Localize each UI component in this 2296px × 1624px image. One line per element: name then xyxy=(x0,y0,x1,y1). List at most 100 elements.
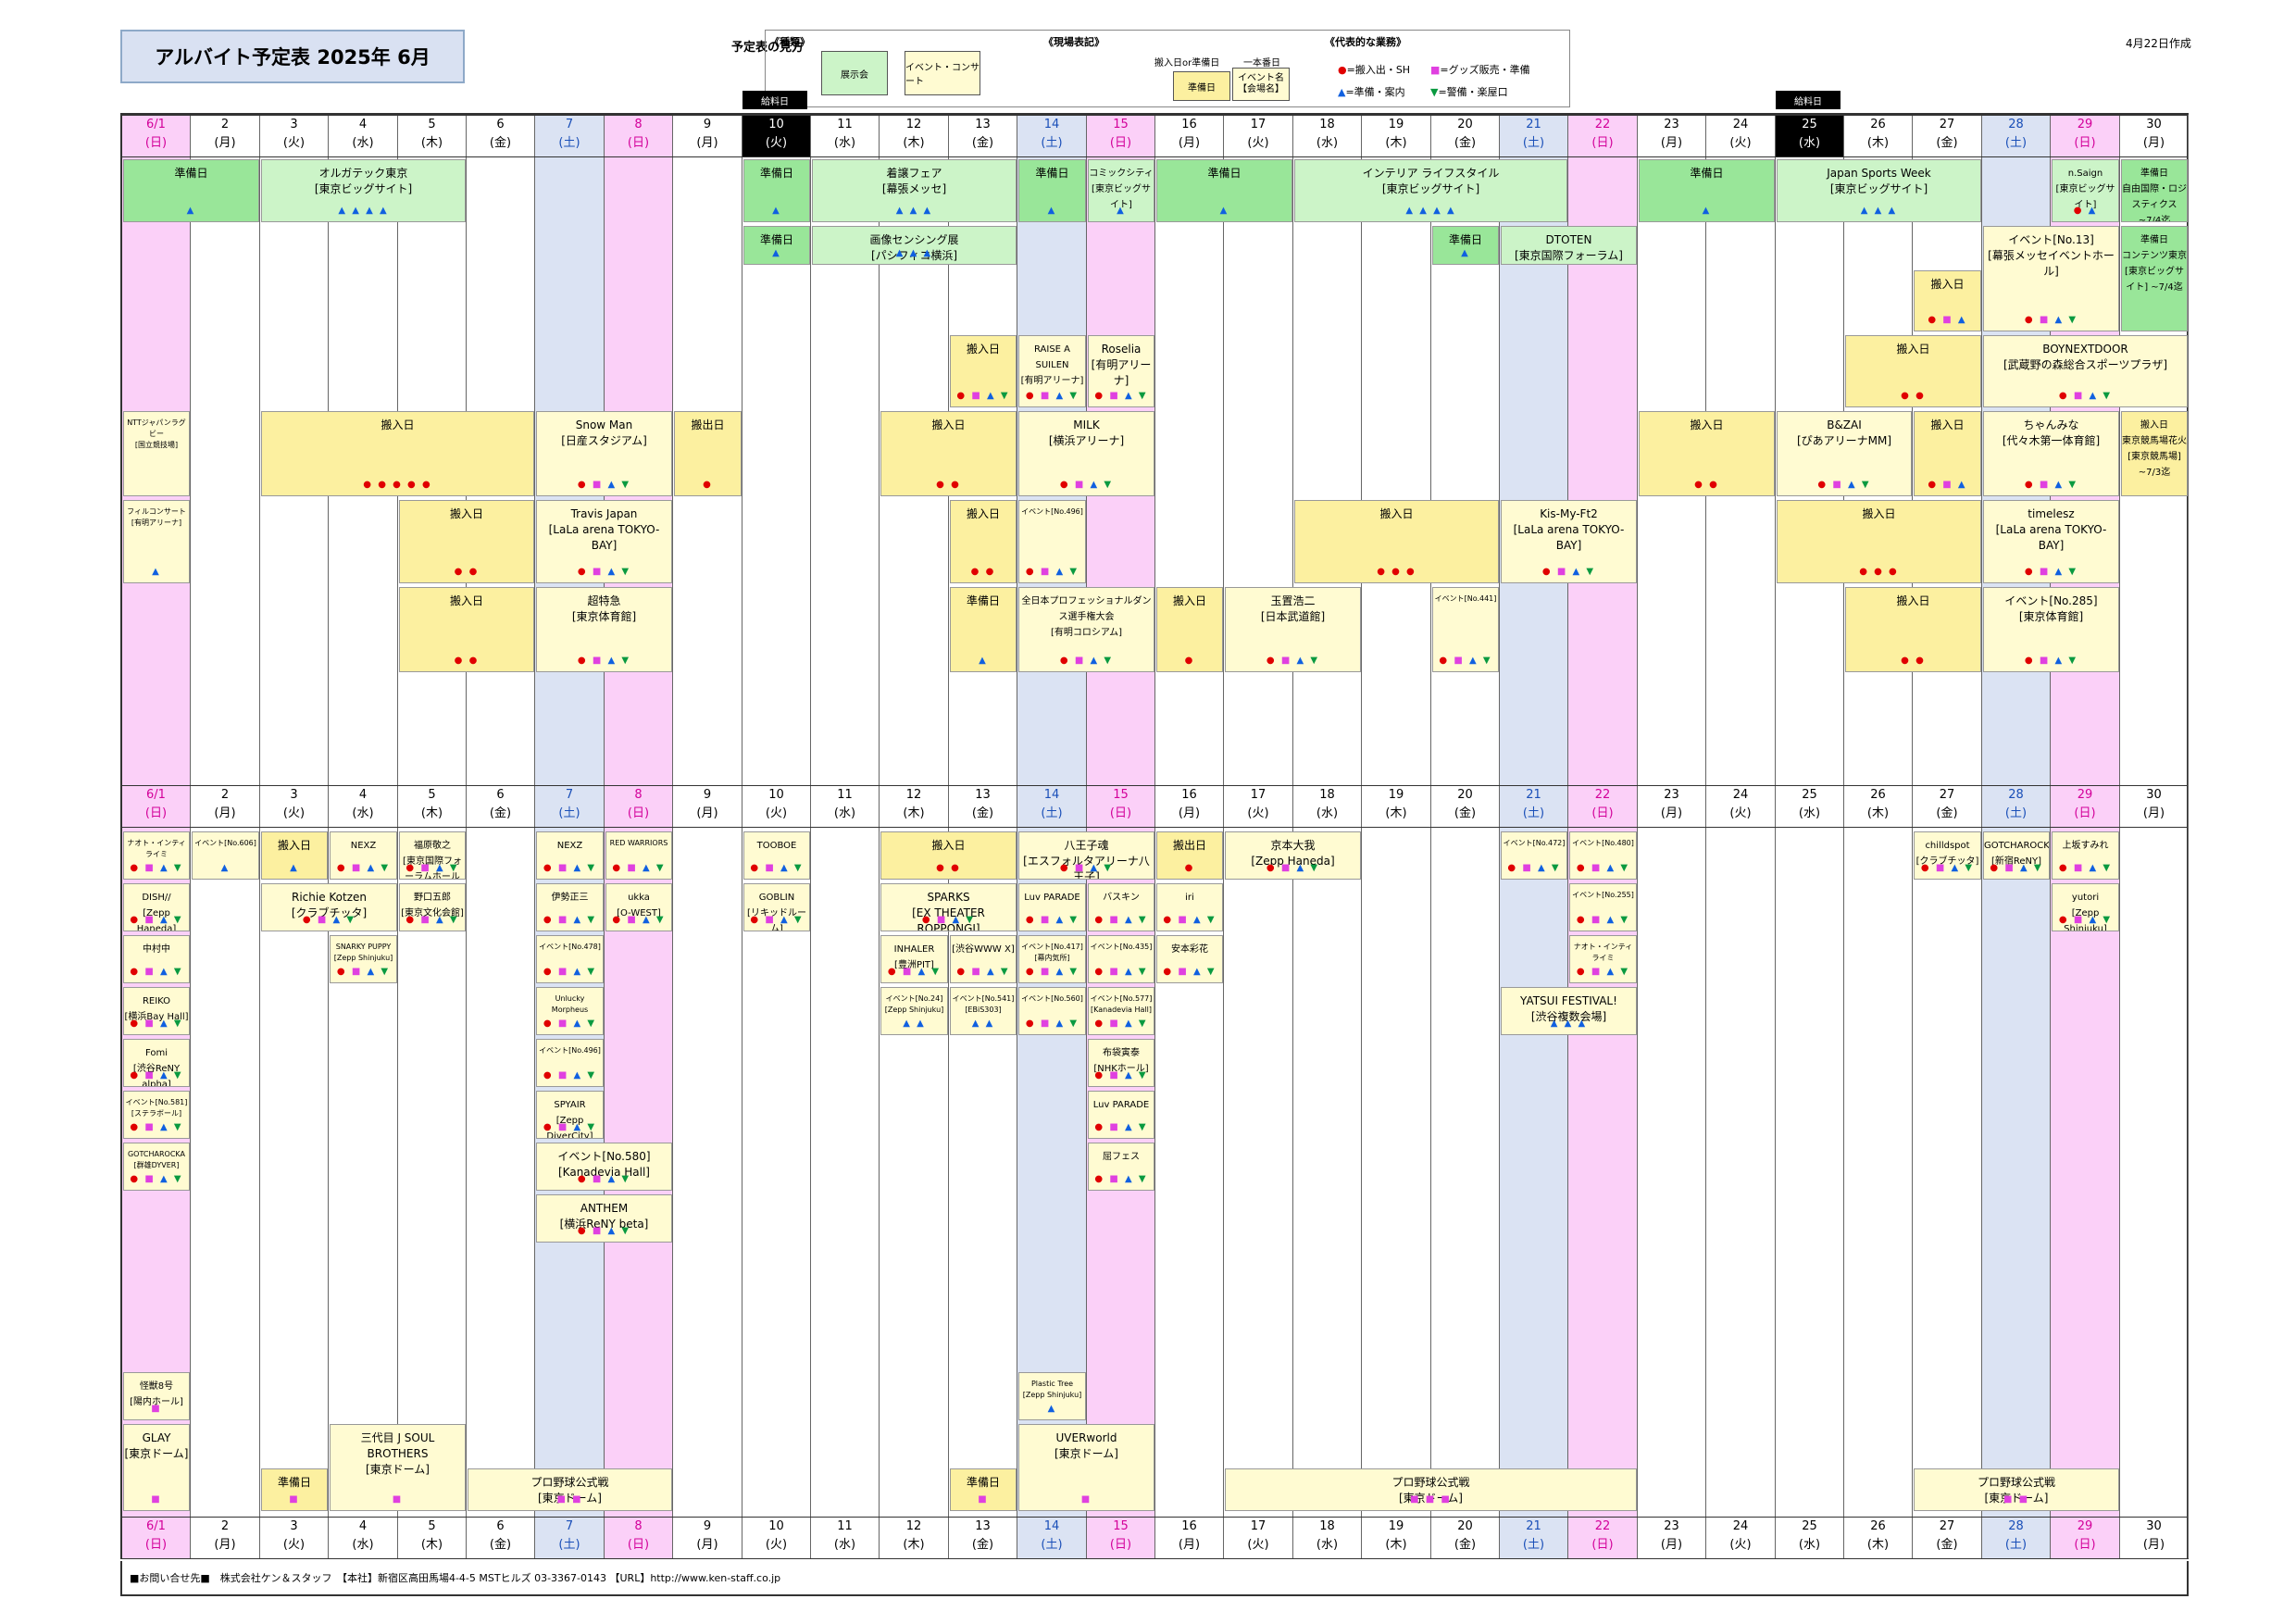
schedule-event[interactable]: 怪獣8号 [陽内ホール] ■ xyxy=(123,1372,190,1420)
schedule-event[interactable]: イベント[No.496] ● ■ ▲ ▼ xyxy=(1018,500,1086,583)
schedule-event[interactable]: GLAY [東京ドーム] ■ xyxy=(123,1424,190,1511)
schedule-event[interactable]: Richie Kotzen [クラブチッタ] ● ■ ▲ ▼ xyxy=(261,883,397,931)
schedule-event[interactable]: Luv PARADE ● ■ ▲ ▼ xyxy=(1088,1091,1154,1139)
schedule-event[interactable]: timelesz [LaLa arena TOKYO-BAY] ● ■ ▲ ▼ xyxy=(1983,500,2119,583)
schedule-event[interactable]: SPYAIR [Zepp DiverCity] ● ■ ▲ ▼ xyxy=(536,1091,604,1139)
schedule-event[interactable]: GOBLIN [リキッドルーム] ● ■ ▲ ▼ xyxy=(743,883,810,931)
schedule-event[interactable]: SPARKS [EX THEATER ROPPONGI] ● ■ ▲ ▼ xyxy=(880,883,1017,931)
schedule-event[interactable]: 準備日 ▲ xyxy=(1018,159,1086,222)
schedule-event[interactable]: 八王子魂 [エスフォルタアリーナ八王子] ● ■ ▲ ▼ xyxy=(1018,831,1154,880)
schedule-event[interactable]: イベント[No.255] ● ■ ▲ ▼ xyxy=(1569,883,1637,931)
schedule-event[interactable]: 屈フェス ● ■ ▲ ▼ xyxy=(1088,1143,1154,1191)
schedule-event[interactable]: イベント[No.581] [ステラボール] ● ■ ▲ ▼ xyxy=(123,1091,190,1139)
schedule-event[interactable]: Japan Sports Week [東京ビッグサイト] ▲ ▲ ▲ xyxy=(1777,159,1981,222)
schedule-event[interactable]: イベント[No.541] [EBiS303] ▲ ▲ xyxy=(950,987,1017,1035)
schedule-event[interactable]: GOTCHAROCKA [新宿ReNY] ● ■ ▲ ▼ xyxy=(1983,831,2050,880)
schedule-event[interactable]: イベント[No.580] [Kanadevia Hall] ● ■ ▲ ▼ xyxy=(536,1143,672,1191)
schedule-event[interactable]: DTOTEN [東京国際フォーラム] xyxy=(1501,226,1637,265)
schedule-event[interactable]: 上坂すみれ ● ■ ▲ ▼ xyxy=(2052,831,2119,880)
schedule-event[interactable]: ナオト・インティライミ ● ■ ▲ ▼ xyxy=(1569,935,1637,983)
schedule-event[interactable]: イベント[No.417] [幕内気所] ● ■ ▲ ▼ xyxy=(1018,935,1086,983)
schedule-event[interactable]: イベント[No.472] ● ■ ▲ ▼ xyxy=(1501,831,1567,880)
schedule-event[interactable]: 搬入日 ● ● xyxy=(1845,587,1981,672)
schedule-event[interactable]: Snow Man [日産スタジアム] ● ■ ▲ ▼ xyxy=(536,411,672,496)
schedule-event[interactable]: バスキン ● ■ ▲ ▼ xyxy=(1088,883,1154,931)
schedule-event[interactable]: イベント[No.496] ● ■ ▲ ▼ xyxy=(536,1039,604,1087)
schedule-event[interactable]: 全日本プロフェッショナルダンス選手権大会 [有明コロシアム] ● ■ ▲ ▼ xyxy=(1018,587,1154,672)
schedule-event[interactable]: 着譲フェア [幕張メッセ] ▲ ▲ ▲ xyxy=(812,159,1017,222)
schedule-event[interactable]: 中村中 ● ■ ▲ ▼ xyxy=(123,935,190,983)
schedule-event[interactable]: 準備日 ■ xyxy=(261,1468,328,1511)
schedule-event[interactable]: 搬入日 ● ■ ▲ xyxy=(1914,411,1981,496)
schedule-event[interactable]: イベント[No.606] ▲ xyxy=(192,831,259,880)
schedule-event[interactable]: ちゃんみな [代々木第一体育館] ● ■ ▲ ▼ xyxy=(1983,411,2119,496)
schedule-event[interactable]: イベント[No.478] ● ■ ▲ ▼ xyxy=(536,935,604,983)
schedule-event[interactable]: 搬入日 ● ● xyxy=(950,500,1017,583)
schedule-event[interactable]: INHALER [豊洲PIT] ● ■ ▲ ▼ xyxy=(880,935,948,983)
schedule-event[interactable]: 玉置浩二 [日本武道館] ● ■ ▲ ▼ xyxy=(1225,587,1361,672)
schedule-event[interactable]: 野口五郎 [東京文化会館] ● ■ ▲ ▼ xyxy=(399,883,466,931)
schedule-event[interactable]: BOYNEXTDOOR [武蔵野の森総合スポーツプラザ] ● ■ ▲ ▼ xyxy=(1983,335,2188,407)
schedule-event[interactable]: NEXZ ● ■ ▲ ▼ xyxy=(536,831,604,880)
schedule-event[interactable]: 搬出日 ● xyxy=(674,411,742,496)
schedule-event[interactable]: 搬入日 ● ● xyxy=(880,831,1017,880)
schedule-event[interactable]: ANTHEM [横浜ReNY beta] ● ■ ▲ ▼ xyxy=(536,1194,672,1243)
schedule-event[interactable]: イベント[No.285] [東京体育館] ● ■ ▲ ▼ xyxy=(1983,587,2119,672)
schedule-event[interactable]: 準備日 コンテンツ東京 [東京ビッグサイト] ~7/4迄 xyxy=(2121,226,2188,331)
schedule-event[interactable]: GOTCHAROCKA [群雄DYVER] ● ■ ▲ ▼ xyxy=(123,1143,190,1191)
schedule-event[interactable]: Travis Japan [LaLa arena TOKYO-BAY] ● ■ ▲ … xyxy=(536,500,672,583)
schedule-event[interactable]: TOOBOE ● ■ ▲ ▼ xyxy=(743,831,810,880)
schedule-event[interactable]: Plastic Tree [Zepp Shinjuku] ▲ xyxy=(1018,1372,1086,1420)
schedule-event[interactable]: REIKO [横浜Bay Hall] ● ■ ▲ ▼ xyxy=(123,987,190,1035)
schedule-event[interactable]: 搬入日 ● ● xyxy=(880,411,1017,496)
schedule-event[interactable]: イベント[No.577] [Kanadevia Hall] ● ■ ▲ ▼ xyxy=(1088,987,1154,1035)
schedule-event[interactable]: 搬入日 ● ● xyxy=(1639,411,1775,496)
schedule-event[interactable]: 布袋寅泰 [NHKホール] ● ■ ▲ ▼ xyxy=(1088,1039,1154,1087)
schedule-event[interactable]: NEXZ ● ■ ▲ ▼ xyxy=(330,831,397,880)
schedule-event[interactable]: 準備日 ▲ xyxy=(743,159,810,222)
schedule-event[interactable]: 搬出日 ● xyxy=(1156,831,1223,880)
schedule-event[interactable]: Luv PARADE ● ■ ▲ ▼ xyxy=(1018,883,1086,931)
schedule-event[interactable]: 超特急 [東京体育館] ● ■ ▲ ▼ xyxy=(536,587,672,672)
schedule-event[interactable]: イベント[No.560] ● ■ ▲ ▼ xyxy=(1018,987,1086,1035)
schedule-event[interactable]: 搬入日 ● ● xyxy=(399,500,534,583)
schedule-event[interactable]: 搬入日 ● ● xyxy=(399,587,534,672)
schedule-event[interactable]: Roselia [有明アリーナ] ● ■ ▲ ▼ xyxy=(1088,335,1154,407)
schedule-event[interactable]: RED WARRIORS ● ■ ▲ ▼ xyxy=(605,831,672,880)
schedule-event[interactable]: 三代目 J SOUL BROTHERS [東京ドーム] ■ xyxy=(330,1424,466,1511)
schedule-event[interactable]: 安本彩花 ● ■ ▲ ▼ xyxy=(1156,935,1223,983)
schedule-event[interactable]: フィルコンサート [有明アリーナ] ▲ xyxy=(123,500,190,583)
schedule-event[interactable]: YATSUI FESTIVAL! [渋谷複数会場] ▲ ▲ ▲ xyxy=(1501,987,1637,1035)
schedule-event[interactable]: yutori [Zepp Shinjuku] ● ■ ▲ ▼ xyxy=(2052,883,2119,931)
schedule-event[interactable]: イベント[No.13] [幕張メッセイベントホール] ● ■ ▲ ▼ xyxy=(1983,226,2119,331)
schedule-event[interactable]: DISH//[Zepp Haneda] ● ■ ▲ ▼ xyxy=(123,883,190,931)
schedule-event[interactable]: インテリア ライフスタイル [東京ビッグサイト] ▲ ▲ ▲ ▲ xyxy=(1294,159,1567,222)
schedule-event[interactable]: RAISE A SUILEN [有明アリーナ] ● ■ ▲ ▼ xyxy=(1018,335,1086,407)
schedule-event[interactable]: 搬入日 ● ● ● xyxy=(1777,500,1981,583)
schedule-event[interactable]: 搬入日 ● ■ ▲ ▼ xyxy=(950,335,1017,407)
schedule-event[interactable]: MILK [横浜アリーナ] ● ■ ▲ ▼ xyxy=(1018,411,1154,496)
schedule-event[interactable]: 準備日 ▲ xyxy=(1432,226,1499,265)
schedule-event[interactable]: イベント[No.441] ● ■ ▲ ▼ xyxy=(1432,587,1499,672)
schedule-event[interactable]: 準備日 ▲ xyxy=(950,587,1017,672)
schedule-event[interactable]: 準備日 ▲ xyxy=(123,159,259,222)
schedule-event[interactable]: イベント[No.480] ● ■ ▲ ▼ xyxy=(1569,831,1637,880)
schedule-event[interactable]: プロ野球公式戦 [東京ドーム] ■ ■ xyxy=(468,1468,672,1511)
schedule-event[interactable]: Unlucky Morpheus ● ■ ▲ ▼ xyxy=(536,987,604,1035)
schedule-event[interactable]: 伊勢正三 ● ■ ▲ ▼ xyxy=(536,883,604,931)
schedule-event[interactable]: 画像センシング展 [パシフィコ横浜] ▲ ▲ ▲ xyxy=(812,226,1017,265)
schedule-event[interactable]: ukka [O-WEST] ● ■ ▲ ▼ xyxy=(605,883,672,931)
schedule-event[interactable]: Kis-My-Ft2 [LaLa arena TOKYO-BAY] ● ■ ▲ ▼ xyxy=(1501,500,1637,583)
schedule-event[interactable]: 搬入日 ● ■ ▲ xyxy=(1914,270,1981,331)
schedule-event[interactable]: 準備日 ▲ xyxy=(743,226,810,265)
schedule-event[interactable]: 搬入日 ● ● ● ● ● xyxy=(261,411,534,496)
schedule-event[interactable]: 搬入日 ● ● xyxy=(1845,335,1981,407)
schedule-event[interactable]: NTTジャパンラグビー [国立競技場] xyxy=(123,411,190,496)
schedule-event[interactable]: 準備日 ■ xyxy=(950,1468,1017,1511)
schedule-event[interactable]: B&ZAI [ぴあアリーナMM] ● ■ ▲ ▼ xyxy=(1777,411,1912,496)
schedule-event[interactable]: 搬入日 ● ● ● xyxy=(1294,500,1499,583)
schedule-event[interactable]: プロ野球公式戦 [東京ドーム] ■ ■ xyxy=(1914,1468,2119,1511)
schedule-event[interactable]: 搬入日 ● xyxy=(1156,587,1223,672)
schedule-event[interactable]: コミックシティ [東京ビッグサイト] ▲ xyxy=(1088,159,1154,222)
schedule-event[interactable]: [渋谷WWW X] ● ■ ▲ ▼ xyxy=(950,935,1017,983)
